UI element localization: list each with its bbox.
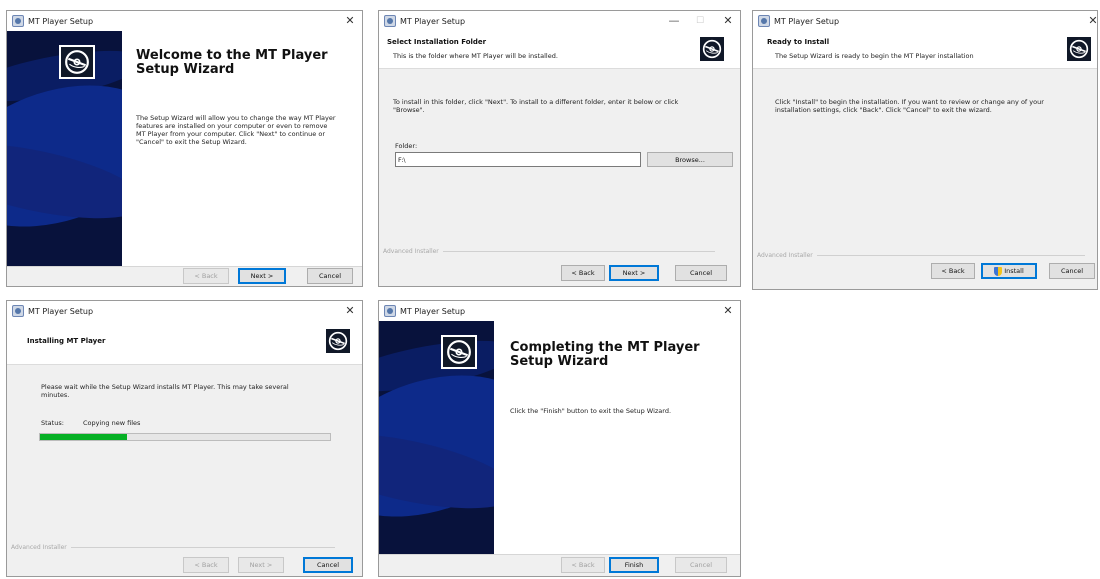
ready-instructions: Click "Install" to begin the installatio… <box>775 98 1095 114</box>
install-button[interactable]: Install <box>981 263 1037 279</box>
window-title: MT Player Setup <box>400 306 466 316</box>
title-bar: MT Player Setup ✕ <box>7 301 362 321</box>
welcome-title: Welcome to the MT Player Setup Wizard <box>136 49 328 77</box>
installer-app-icon <box>12 305 24 317</box>
header-title: Ready to Install <box>767 38 830 46</box>
wait-message: Please wait while the Setup Wizard insta… <box>41 383 351 399</box>
cancel-button[interactable]: Cancel <box>1049 263 1095 279</box>
side-banner <box>379 321 494 554</box>
complete-title-line1: Completing the MT Player <box>510 340 700 355</box>
back-button[interactable]: < Back <box>183 268 229 284</box>
welcome-title-line2: Setup Wizard <box>136 62 235 77</box>
close-icon[interactable]: ✕ <box>720 13 736 29</box>
welcome-body-line3: MT Player from your computer. Click "Nex… <box>136 130 326 138</box>
welcome-body: The Setup Wizard will allow you to chang… <box>136 114 362 146</box>
installer-app-icon <box>758 15 770 27</box>
branding-label: Advanced Installer <box>383 248 715 255</box>
status-value: Copying new files <box>83 419 141 427</box>
folder-label: Folder: <box>395 142 418 150</box>
wait-message-line2: minutes. <box>41 391 70 399</box>
cancel-button[interactable]: Cancel <box>675 557 727 573</box>
branding-label: Advanced Installer <box>757 252 1085 259</box>
installer-app-icon <box>12 15 24 27</box>
side-banner <box>7 31 122 266</box>
folder-instructions: To install in this folder, click "Next".… <box>393 98 733 114</box>
ready-instructions-line2: installation settings, click "Back". Cli… <box>775 106 992 114</box>
welcome-panel: Welcome to the MT Player Setup Wizard Th… <box>122 31 362 266</box>
branding-text: Advanced Installer <box>383 248 439 255</box>
wizard-header: Installing MT Player <box>7 321 362 365</box>
next-button[interactable]: Next > <box>238 268 286 284</box>
disc-logo-icon <box>441 335 477 369</box>
disc-logo-icon <box>59 45 95 79</box>
wait-message-line1: Please wait while the Setup Wizard insta… <box>41 383 289 391</box>
complete-panel: Completing the MT Player Setup Wizard Cl… <box>494 321 740 554</box>
back-button[interactable]: < Back <box>931 263 975 279</box>
welcome-body-line4: "Cancel" to exit the Setup Wizard. <box>136 138 247 146</box>
back-button[interactable]: < Back <box>561 265 605 281</box>
next-button[interactable]: Next > <box>238 557 284 573</box>
back-button[interactable]: < Back <box>183 557 229 573</box>
disc-logo-icon <box>324 327 352 355</box>
select-folder-window: MT Player Setup — ☐ ✕ Select Installatio… <box>378 10 741 287</box>
maximize-icon: ☐ <box>695 16 705 26</box>
wizard-header: Select Installation Folder This is the f… <box>379 31 740 69</box>
header-subtitle: This is the folder where MT Player will … <box>393 52 558 60</box>
folder-input[interactable]: F:\ <box>395 152 641 167</box>
close-icon[interactable]: ✕ <box>342 13 358 29</box>
folder-instructions-line1: To install in this folder, click "Next".… <box>393 98 679 106</box>
cancel-button[interactable]: Cancel <box>303 557 353 573</box>
wizard-header: Ready to Install The Setup Wizard is rea… <box>753 31 1097 69</box>
browse-button[interactable]: Browse... <box>647 152 733 167</box>
window-title: MT Player Setup <box>774 16 840 26</box>
completing-window: MT Player Setup ✕ Completing the MT Play… <box>378 300 741 577</box>
installer-app-icon <box>384 305 396 317</box>
close-icon[interactable]: ✕ <box>1085 13 1097 29</box>
header-subtitle: The Setup Wizard is ready to begin the M… <box>775 52 974 60</box>
welcome-window: MT Player Setup ✕ Welcome to the MT Play… <box>6 10 363 287</box>
progress-bar <box>39 433 331 441</box>
title-bar: MT Player Setup — ☐ ✕ <box>379 11 740 31</box>
installing-window: MT Player Setup ✕ Installing MT Player P… <box>6 300 363 577</box>
branding-text: Advanced Installer <box>11 544 67 551</box>
title-bar: MT Player Setup ✕ <box>379 301 740 321</box>
disc-logo-icon <box>1065 35 1093 63</box>
installer-app-icon <box>384 15 396 27</box>
footer-separator <box>7 266 362 267</box>
complete-title-line2: Setup Wizard <box>510 354 609 369</box>
branding-label: Advanced Installer <box>11 544 335 551</box>
cancel-button[interactable]: Cancel <box>307 268 353 284</box>
close-icon[interactable]: ✕ <box>342 303 358 319</box>
branding-text: Advanced Installer <box>757 252 813 259</box>
uac-shield-icon <box>994 266 1003 276</box>
install-label: Install <box>1004 267 1024 275</box>
window-title: MT Player Setup <box>28 16 94 26</box>
welcome-body-line1: The Setup Wizard will allow you to chang… <box>136 114 336 122</box>
window-title: MT Player Setup <box>28 306 94 316</box>
next-button[interactable]: Next > <box>609 265 659 281</box>
complete-title: Completing the MT Player Setup Wizard <box>510 341 700 369</box>
back-button[interactable]: < Back <box>561 557 605 573</box>
folder-instructions-line2: "Browse". <box>393 106 425 114</box>
window-title: MT Player Setup <box>400 16 466 26</box>
minimize-icon[interactable]: — <box>666 13 682 29</box>
title-bar: MT Player Setup ✕ <box>7 11 362 31</box>
complete-body: Click the "Finish" button to exit the Se… <box>510 407 672 415</box>
header-title: Select Installation Folder <box>387 38 487 46</box>
ready-to-install-window: MT Player Setup ✕ Ready to Install The S… <box>752 10 1098 290</box>
ready-instructions-line1: Click "Install" to begin the installatio… <box>775 98 1044 106</box>
footer-separator <box>379 554 740 555</box>
welcome-body-line2: features are installed on your computer … <box>136 122 328 130</box>
header-title: Installing MT Player <box>27 337 106 345</box>
finish-button[interactable]: Finish <box>609 557 659 573</box>
title-bar: MT Player Setup ✕ <box>753 11 1097 31</box>
progress-fill <box>40 434 127 440</box>
welcome-title-line1: Welcome to the MT Player <box>136 48 328 63</box>
close-icon[interactable]: ✕ <box>720 303 736 319</box>
cancel-button[interactable]: Cancel <box>675 265 727 281</box>
disc-logo-icon <box>698 35 726 63</box>
status-label: Status: <box>41 419 64 427</box>
